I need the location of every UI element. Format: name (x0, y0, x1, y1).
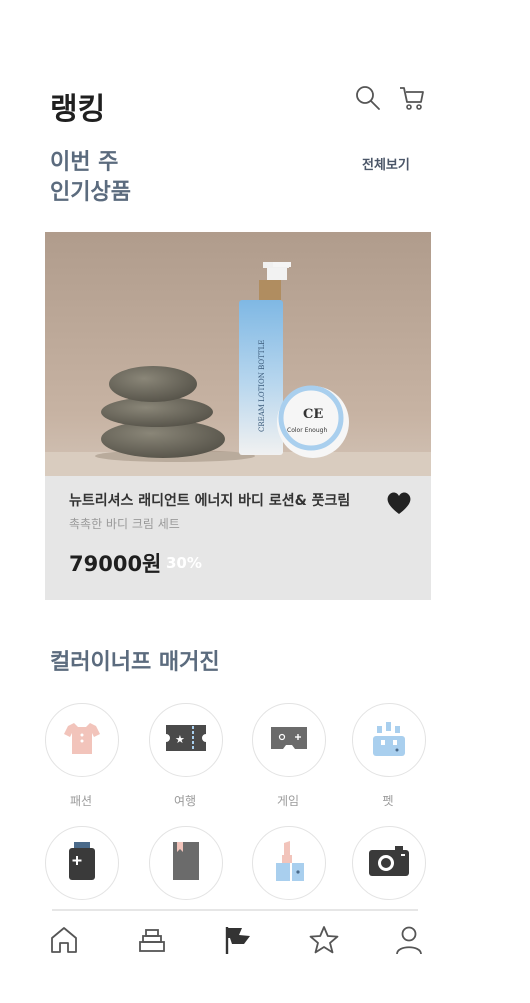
medicine-bottle-icon (64, 840, 100, 886)
page-title: 랭킹 (50, 92, 106, 127)
product-price: 79000원 (69, 552, 162, 576)
bottle-label: CREAM LOTION BOTTLE (258, 340, 266, 432)
book-icon (169, 840, 203, 886)
category-label-pet: 펫 (382, 794, 394, 808)
product-discount: 30% (166, 554, 202, 572)
category-camera[interactable] (352, 826, 426, 900)
nav-flag[interactable] (220, 924, 256, 960)
category-book[interactable] (149, 826, 223, 900)
nav-divider (52, 909, 418, 911)
category-fashion[interactable] (45, 703, 119, 777)
nav-user[interactable] (391, 924, 427, 960)
jar-logo: CE (303, 407, 323, 422)
section-title-magazine: 컬러이너프 매거진 (50, 650, 220, 675)
category-game[interactable] (252, 703, 326, 777)
home-icon (49, 925, 79, 959)
nav-layers[interactable] (134, 924, 170, 960)
svg-text:★: ★ (175, 733, 185, 746)
nav-home[interactable] (46, 924, 82, 960)
search-icon[interactable] (352, 82, 384, 114)
section-title-line1: 이번 주 (50, 150, 119, 175)
product-name: 뉴트리셔스 래디언트 에너지 바디 로션& 풋크림 (69, 493, 351, 509)
camera-icon (367, 844, 411, 882)
cart-icon[interactable] (396, 82, 428, 114)
jar-label: Color Enough (287, 427, 327, 434)
category-label-game: 게임 (276, 794, 300, 808)
ticket-icon: ★ (164, 723, 208, 757)
pet-icon (367, 718, 411, 762)
gamepad-icon (267, 723, 311, 757)
category-medicine[interactable] (45, 826, 119, 900)
star-icon (308, 925, 340, 959)
section-title-line2: 인기상품 (50, 180, 131, 205)
see-all-link[interactable]: 전체보기 (362, 154, 410, 173)
product-description: 촉촉한 바디 크림 세트 (69, 517, 180, 531)
product-image: CREAM LOTION BOTTLE CE Color Enough (45, 232, 431, 476)
category-label-fashion: 패션 (69, 794, 93, 808)
category-travel[interactable]: ★ (149, 703, 223, 777)
shirt-icon (62, 720, 102, 760)
product-card[interactable]: CREAM LOTION BOTTLE CE Color Enough 뉴트리셔… (45, 232, 431, 600)
layers-icon (137, 925, 167, 959)
user-icon (394, 924, 424, 960)
heart-icon[interactable] (385, 490, 413, 520)
cosmetics-icon (272, 839, 306, 887)
nav-star[interactable] (306, 924, 342, 960)
flag-icon (222, 924, 254, 960)
section-title-weekly: 이번 주 인기상품 (50, 148, 131, 208)
category-pet[interactable] (352, 703, 426, 777)
category-cosmetics[interactable] (252, 826, 326, 900)
category-label-travel: 여행 (173, 794, 197, 808)
